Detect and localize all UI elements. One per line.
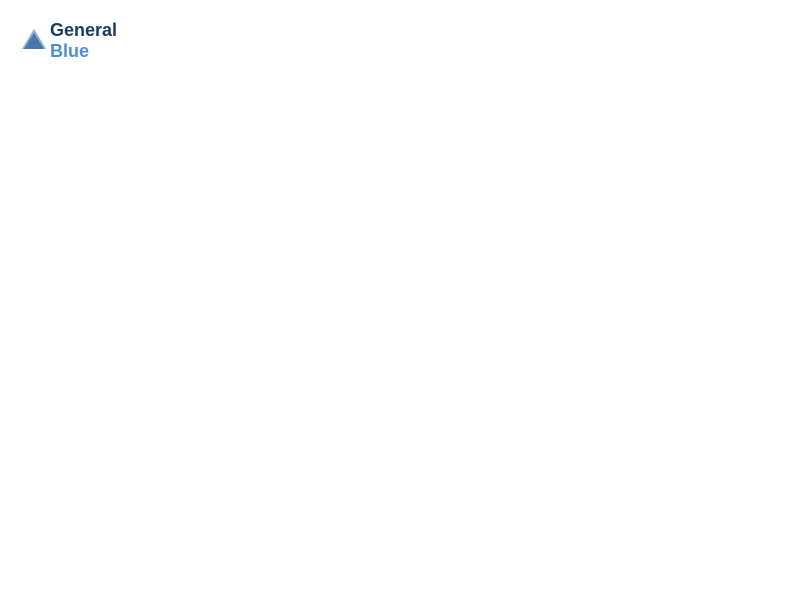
page-header: General Blue [20, 20, 772, 62]
logo: General Blue [20, 20, 117, 62]
logo-icon [20, 27, 48, 55]
logo-text: General Blue [50, 20, 117, 62]
